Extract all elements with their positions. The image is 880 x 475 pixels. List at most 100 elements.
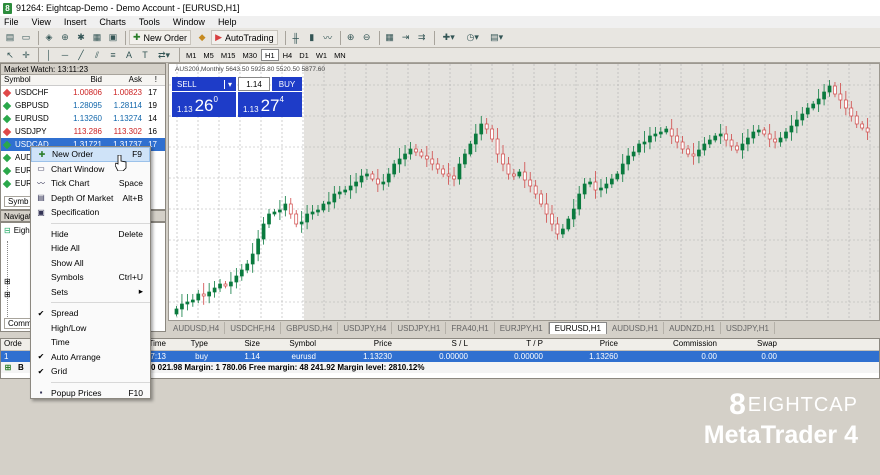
chart-tab[interactable]: FRA40,H1 bbox=[446, 322, 495, 334]
timeframe-m30[interactable]: M30 bbox=[239, 49, 260, 61]
sell-price[interactable]: 1.13 26 0 bbox=[172, 92, 236, 117]
context-menu-item[interactable]: Show All bbox=[31, 256, 150, 271]
buy-price[interactable]: 1.13 27 4 bbox=[238, 92, 302, 117]
cursor-icon[interactable]: ↖ bbox=[3, 49, 17, 62]
context-menu-item[interactable]: ▭ Chart Window bbox=[31, 162, 150, 177]
menu-view[interactable]: View bbox=[32, 17, 51, 27]
templates-icon[interactable]: ▤▾ bbox=[486, 31, 508, 44]
context-menu-item[interactable]: ▪ Popup Prices F10 bbox=[31, 386, 150, 401]
context-menu-item[interactable]: ✔ Grid bbox=[31, 364, 150, 379]
expand-icon[interactable]: ⊞ bbox=[4, 277, 11, 286]
market-watch-row[interactable]: USDJPY 113.286 113.302 16 bbox=[1, 125, 165, 138]
market-watch-row[interactable]: EURUSD 1.13260 1.13274 14 bbox=[1, 112, 165, 125]
chart-tab[interactable]: EURUSD,H1 bbox=[548, 322, 607, 334]
context-menu-item[interactable]: Symbols Ctrl+U bbox=[31, 270, 150, 285]
context-menu-item[interactable]: Time bbox=[31, 335, 150, 350]
label-icon[interactable]: T bbox=[138, 49, 152, 62]
terminal-col-header[interactable]: Orde bbox=[1, 339, 31, 350]
buy-button[interactable]: BUY bbox=[272, 77, 302, 91]
col-symbol[interactable]: Symbol bbox=[1, 75, 69, 85]
timeframe-h1[interactable]: H1 bbox=[261, 49, 279, 61]
fibonacci-icon[interactable]: ≡ bbox=[106, 49, 120, 62]
navigator-icon[interactable]: ✱ bbox=[74, 31, 88, 44]
lot-size-input[interactable]: 1.14 bbox=[238, 77, 270, 91]
terminal-col-header[interactable]: S / L bbox=[392, 339, 468, 350]
chart-tab[interactable]: AUDUSD,H1 bbox=[607, 322, 665, 334]
market-watch-icon[interactable]: ◈ bbox=[42, 31, 56, 44]
data-window-icon[interactable]: ⊕ bbox=[58, 31, 72, 44]
text-icon[interactable]: A bbox=[122, 49, 136, 62]
context-menu-item[interactable]: ✔ Spread bbox=[31, 306, 150, 321]
context-menu-item[interactable]: Sets ▸ bbox=[31, 285, 150, 300]
terminal-col-header[interactable]: Symbol bbox=[260, 339, 316, 350]
chart-tab[interactable]: USDJPY,H1 bbox=[721, 322, 775, 334]
zoom-in-icon[interactable]: ⊕ bbox=[344, 31, 358, 44]
menu-help[interactable]: Help bbox=[218, 17, 237, 27]
trendline-icon[interactable]: ╱ bbox=[74, 49, 88, 62]
zoom-out-icon[interactable]: ⊖ bbox=[360, 31, 374, 44]
chart-tab[interactable]: USDJPY,H4 bbox=[338, 322, 393, 334]
timeframe-m5[interactable]: M5 bbox=[200, 49, 216, 61]
arrows-icon[interactable]: ⇄▾ bbox=[154, 49, 174, 62]
market-watch-row[interactable]: USDCHF 1.00806 1.00823 17 bbox=[1, 86, 165, 99]
chart-tab[interactable]: USDCHF,H4 bbox=[225, 322, 282, 334]
market-watch-row[interactable]: GBPUSD 1.28095 1.28114 19 bbox=[1, 99, 165, 112]
terminal-col-header[interactable]: Price bbox=[316, 339, 392, 350]
menu-file[interactable]: File bbox=[4, 17, 19, 27]
context-menu-item[interactable]: Hide All bbox=[31, 241, 150, 256]
profiles-icon[interactable]: ▭ bbox=[19, 31, 33, 44]
price-chart[interactable]: AUS200,Monthly 5643.50 5925.80 5520.50 5… bbox=[168, 63, 880, 321]
candle-chart-icon[interactable]: ▮ bbox=[305, 31, 319, 44]
terminal-col-header[interactable]: Type bbox=[166, 339, 208, 350]
timeframe-m1[interactable]: M1 bbox=[183, 49, 199, 61]
timeframe-w1[interactable]: W1 bbox=[313, 49, 330, 61]
context-menu-item[interactable]: Hide Delete bbox=[31, 227, 150, 242]
context-menu-item[interactable]: ✚ New Order F9 bbox=[31, 147, 150, 162]
col-bid[interactable]: Bid bbox=[69, 75, 102, 85]
chart-shift-icon[interactable]: ⇥ bbox=[399, 31, 413, 44]
indicators-icon[interactable]: ✚▾ bbox=[438, 31, 460, 44]
context-menu-item[interactable]: 〰 Tick Chart Space bbox=[31, 176, 150, 191]
horizontal-line-icon[interactable]: ─ bbox=[58, 49, 72, 62]
timeframe-m15[interactable]: M15 bbox=[218, 49, 239, 61]
menu-tools[interactable]: Tools bbox=[139, 17, 160, 27]
chart-tab[interactable]: AUDNZD,H1 bbox=[664, 322, 721, 334]
col-ask[interactable]: Ask bbox=[102, 75, 142, 85]
new-chart-icon[interactable]: ▤ bbox=[3, 31, 17, 44]
terminal-col-header[interactable]: Swap bbox=[717, 339, 777, 350]
terminal-icon[interactable]: ▦ bbox=[90, 31, 104, 44]
new-order-button[interactable]: ✚ New Order bbox=[129, 30, 192, 45]
context-menu-item[interactable]: High/Low bbox=[31, 321, 150, 336]
menu-insert[interactable]: Insert bbox=[64, 17, 87, 27]
context-menu-item[interactable]: ▣ Specification bbox=[31, 205, 150, 220]
navigator-root[interactable]: ⊟ Eigh bbox=[4, 226, 30, 235]
metaeditor-icon[interactable]: ◆ bbox=[195, 31, 209, 44]
timeframe-d1[interactable]: D1 bbox=[296, 49, 312, 61]
terminal-col-header[interactable]: Commission bbox=[618, 339, 717, 350]
timeframe-mn[interactable]: MN bbox=[331, 49, 349, 61]
chart-tab[interactable]: EURJPY,H1 bbox=[495, 322, 549, 334]
autotrading-button[interactable]: ▶ AutoTrading bbox=[211, 30, 278, 45]
channel-icon[interactable]: ⫽ bbox=[90, 49, 104, 62]
terminal-col-header[interactable]: Size bbox=[208, 339, 260, 350]
autoscroll-icon[interactable]: ⇉ bbox=[415, 31, 429, 44]
terminal-col-header[interactable]: Price bbox=[543, 339, 618, 350]
tester-icon[interactable]: ▣ bbox=[106, 31, 120, 44]
timeframe-h4[interactable]: H4 bbox=[280, 49, 296, 61]
periods-icon[interactable]: ◷▾ bbox=[462, 31, 484, 44]
terminal-col-header[interactable]: T / P bbox=[468, 339, 543, 350]
vertical-line-icon[interactable]: │ bbox=[42, 49, 56, 62]
chart-tab[interactable]: AUDUSD,H4 bbox=[168, 322, 226, 334]
sell-button[interactable]: SELL ▾ bbox=[172, 77, 236, 91]
expand-icon[interactable]: ⊞ bbox=[4, 290, 11, 299]
crosshair-icon[interactable]: ✛ bbox=[19, 49, 33, 62]
menu-charts[interactable]: Charts bbox=[99, 17, 126, 27]
tile-windows-icon[interactable]: ▦ bbox=[383, 31, 397, 44]
bar-chart-icon[interactable]: ╫ bbox=[289, 31, 303, 44]
chart-tab[interactable]: USDJPY,H1 bbox=[392, 322, 447, 334]
context-menu-item[interactable]: ▤ Depth Of Market Alt+B bbox=[31, 191, 150, 206]
col-spread[interactable]: ! bbox=[142, 75, 157, 85]
market-watch-tab[interactable]: Symb bbox=[4, 196, 33, 207]
menu-window[interactable]: Window bbox=[173, 17, 205, 27]
chart-tab[interactable]: GBPUSD,H4 bbox=[281, 322, 339, 334]
